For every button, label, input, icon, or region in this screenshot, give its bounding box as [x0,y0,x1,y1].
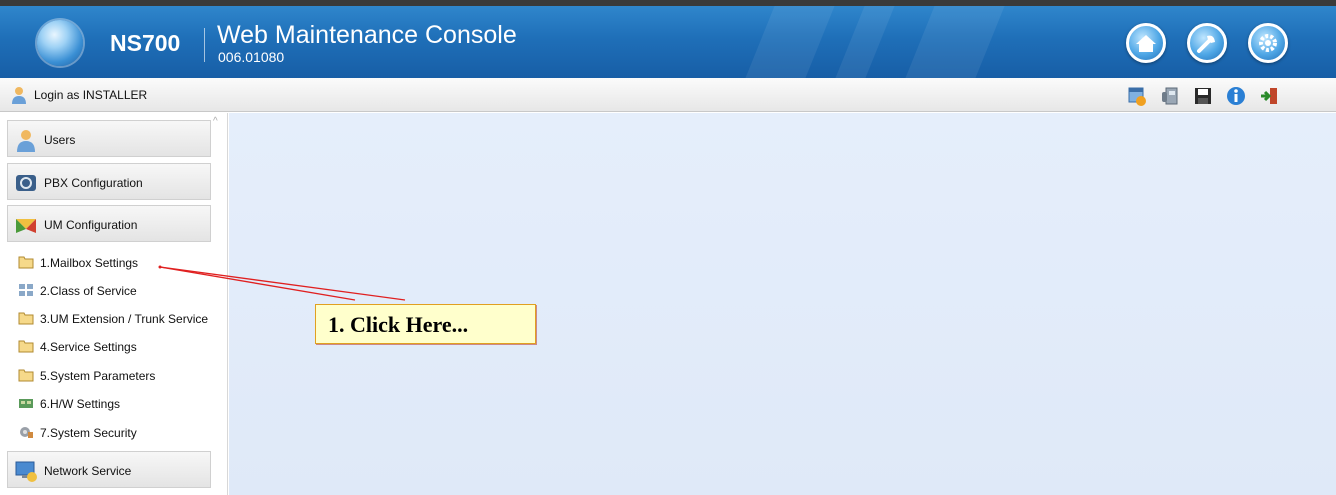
click-here-callout: 1. Click Here... [315,304,536,344]
header-divider [204,28,205,62]
tool-icon [1197,35,1215,53]
folder-icon [18,369,34,382]
header-decor [905,6,1005,78]
um-configuration-icon [16,219,36,233]
network-service-icon [15,461,37,482]
login-status: Login as INSTALLER [34,88,148,102]
folder-icon [18,256,34,269]
app-window: NS700 Web Maintenance Console 006.01080 [0,0,1336,495]
hardware-icon [19,399,33,408]
header-decor [745,6,835,78]
info-icon[interactable] [1226,86,1246,106]
header-decor [835,6,895,78]
console-title: Web Maintenance Console [217,21,517,49]
login-bar: Login as INSTALLER [0,78,1336,112]
tools-button[interactable] [1187,23,1227,63]
scroll-up-icon[interactable]: ^ [213,117,223,127]
sidebar-item-label: 1.Mailbox Settings [40,256,139,270]
phone-icon[interactable] [1160,86,1180,106]
sidebar-item-label: 2.Class of Service [40,284,137,298]
home-icon [1136,35,1156,52]
sidebar-item-label: 4.Service Settings [40,340,137,354]
sidebar-item-label: 5.System Parameters [40,369,156,383]
sidebar-section-label: Network Service [44,464,132,478]
globe-logo-icon [37,20,83,66]
save-icon[interactable] [1193,86,1213,106]
sidebar-item-label: 3.UM Extension / Trunk Service [40,312,209,326]
settings-button[interactable] [1248,23,1288,63]
console-version: 006.01080 [218,49,285,65]
settings-gear-icon [1259,34,1277,52]
sidebar-section-users[interactable]: Users [7,120,211,157]
sidebar-item-label: 7.System Security [40,426,137,440]
logout-icon[interactable] [1259,86,1279,106]
users-icon [17,130,35,152]
sidebar-section-label: UM Configuration [44,218,138,232]
sidebar-section-pbx-configuration[interactable]: PBX Configuration [7,163,211,200]
folder-icon [18,312,34,325]
security-icon [20,427,33,438]
sidebar-section-um-configuration[interactable]: UM Configuration [7,205,211,242]
header-bar: NS700 Web Maintenance Console 006.01080 [0,6,1336,78]
calendar-alert-icon[interactable] [1127,86,1147,106]
user-icon [12,87,26,104]
folder-icon [18,340,34,353]
sidebar-item-label: 6.H/W Settings [40,397,121,411]
pbx-configuration-icon [16,175,36,191]
sidebar-section-label: Users [44,133,76,147]
product-name: NS700 [110,30,181,56]
grid-icon [19,284,33,296]
sidebar-section-label: PBX Configuration [44,176,143,190]
sidebar: ^ Users PBX Configuration UM Configurati… [0,113,228,495]
home-button[interactable] [1126,23,1166,63]
sidebar-section-network-service[interactable]: Network Service [7,451,211,488]
